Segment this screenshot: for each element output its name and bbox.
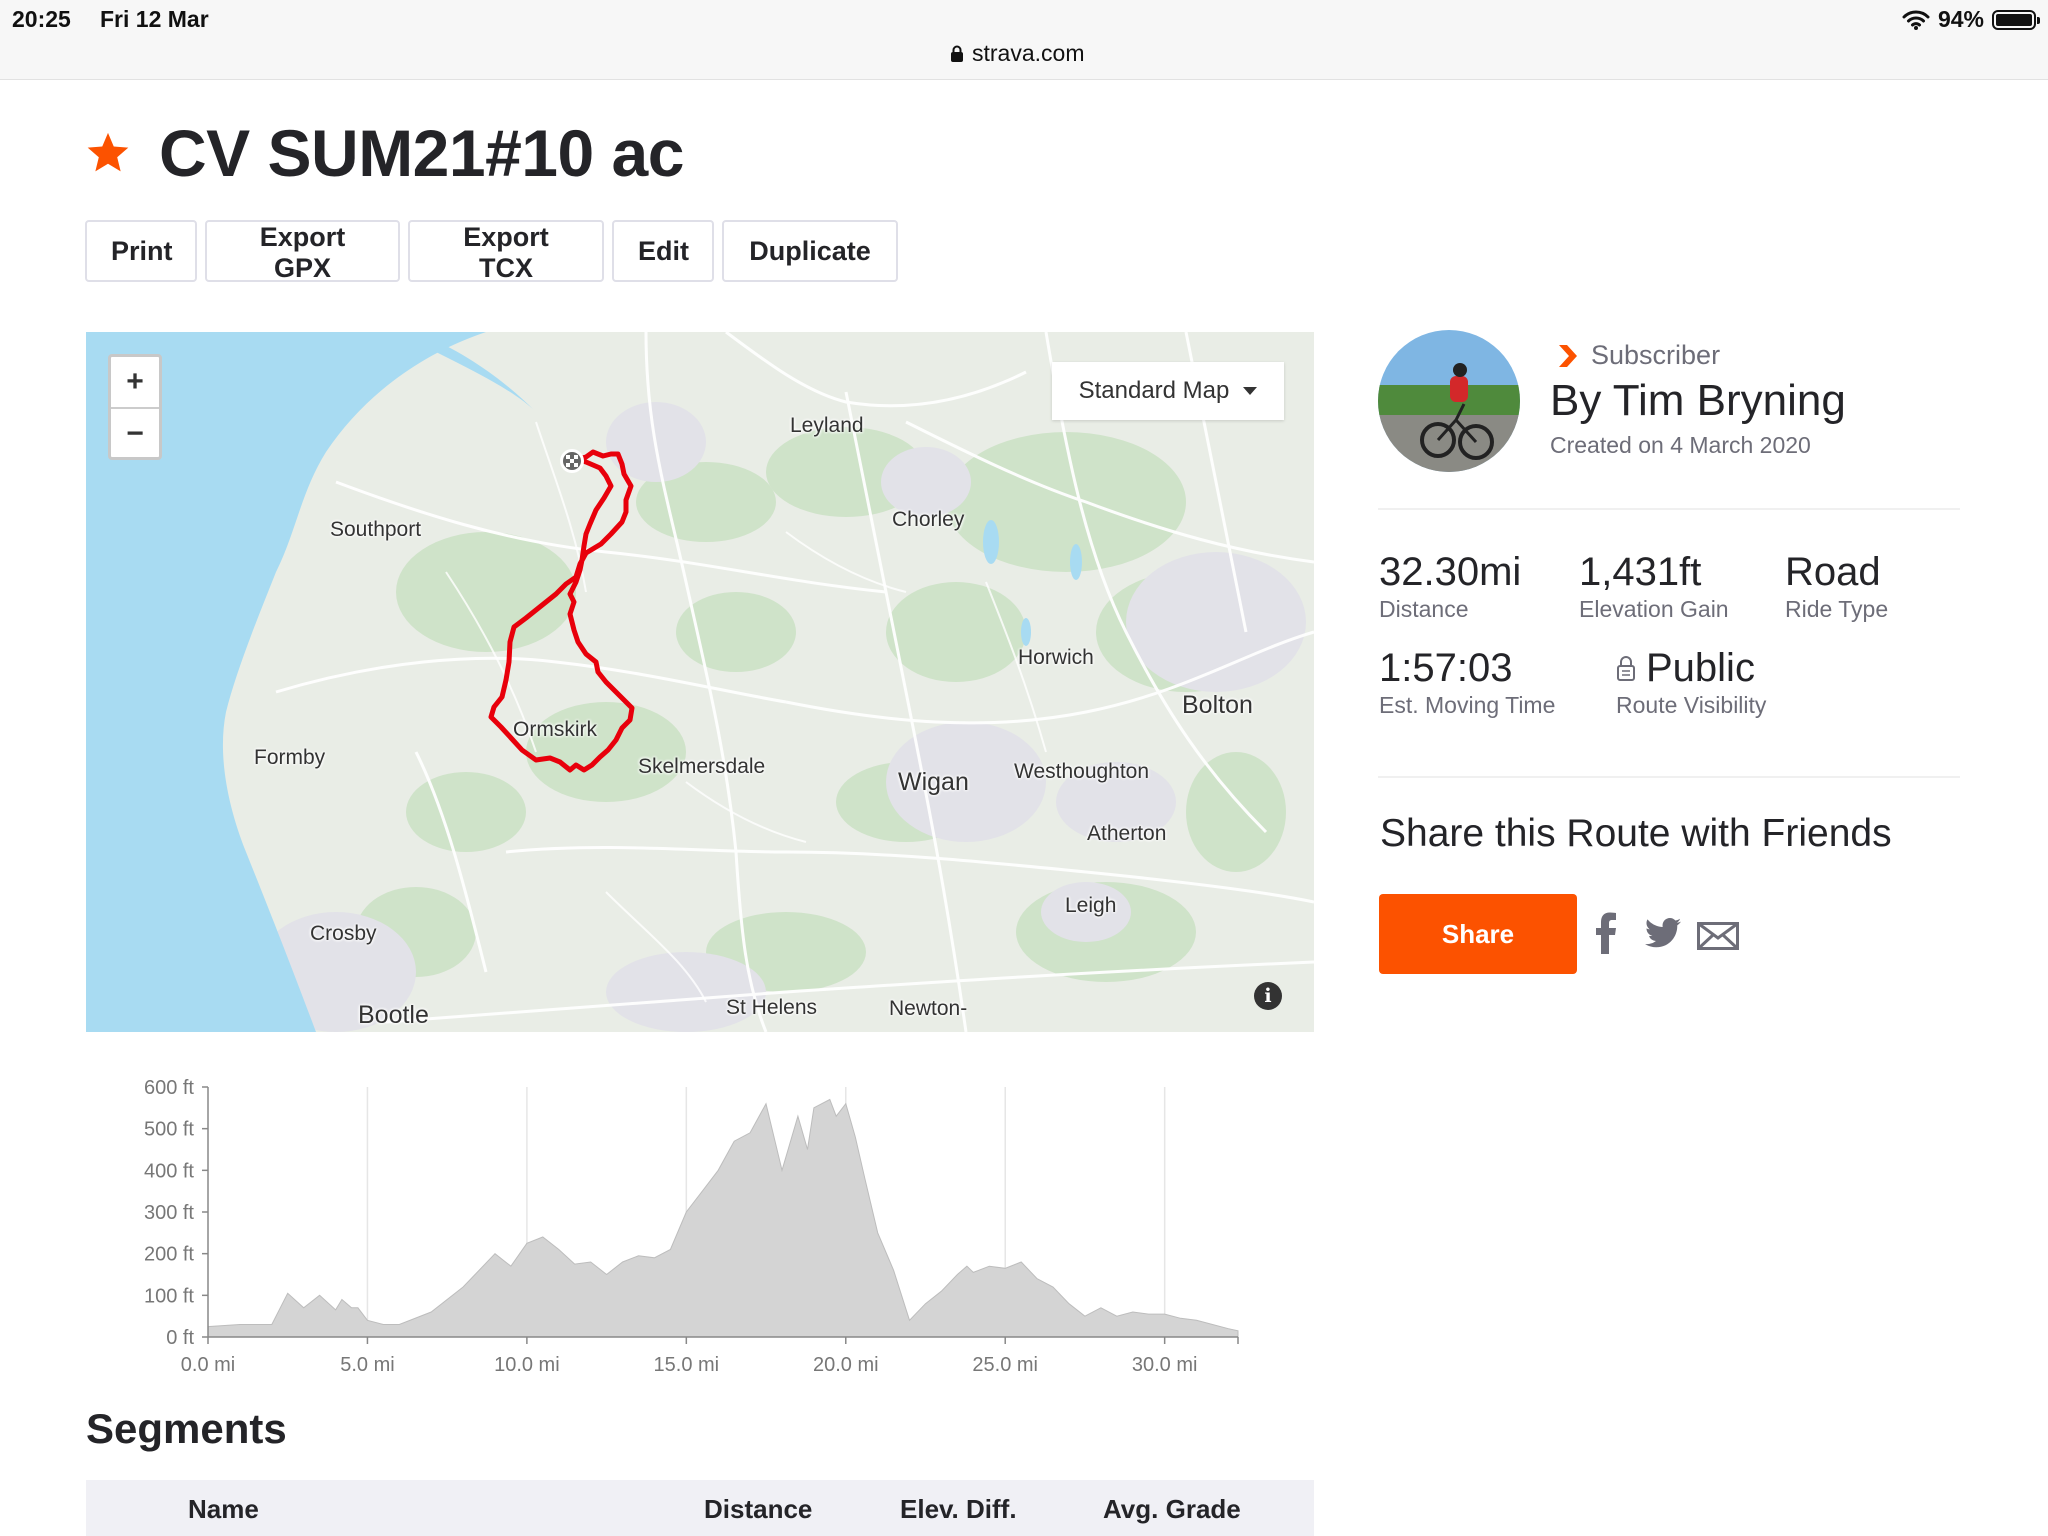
map-canvas[interactable] — [86, 332, 1314, 1032]
info-icon[interactable]: i — [1254, 982, 1282, 1010]
subscriber-label: Subscriber — [1591, 340, 1721, 370]
y-tick-label: 400 ft — [144, 1160, 194, 1182]
battery-icon — [1992, 9, 2040, 30]
lock-icon — [951, 45, 963, 62]
y-tick-label: 500 ft — [144, 1119, 194, 1141]
subscriber-badge: Subscriber — [1555, 340, 1720, 371]
elevation-chart[interactable]: 600 ft 500 ft 400 ft 300 ft 200 ft 100 ft 0 ft… — [100, 1075, 1250, 1375]
x-tick-label: 10.0 mi — [494, 1354, 560, 1375]
place-label: Atherton — [1087, 822, 1167, 845]
place-label: Newton- — [889, 997, 968, 1020]
x-tick-label: 30.0 mi — [1132, 1354, 1198, 1375]
map-type-dropdown[interactable]: Standard Map — [1052, 362, 1284, 420]
place-label: Ormskirk — [513, 718, 597, 741]
title-row: CV SUM21#10 ac — [85, 115, 684, 191]
zoom-in-button[interactable]: + — [111, 357, 159, 409]
segments-table-header: Name Distance Elev. Diff. Avg. Grade — [86, 1480, 1314, 1536]
created-date: Created on 4 March 2020 — [1550, 432, 1811, 458]
zoom-control: + − — [108, 354, 162, 460]
stat-moving-time: 1:57:03 Est. Moving Time — [1379, 646, 1555, 719]
x-tick-label: 15.0 mi — [654, 1354, 720, 1375]
zoom-out-button[interactable]: − — [111, 409, 159, 459]
x-tick-label: 5.0 mi — [340, 1354, 394, 1375]
route-actions: Print Export GPX Export TCX Edit Duplica… — [85, 220, 898, 283]
url-text: strava.com — [972, 40, 1085, 66]
stat-label: Route Visibility — [1616, 692, 1767, 718]
place-label: Bootle — [358, 1001, 429, 1029]
stat-value: Road — [1785, 550, 1881, 594]
elevation-area — [207, 1098, 1239, 1338]
place-label: Formby — [254, 746, 326, 769]
facebook-icon[interactable] — [1596, 912, 1616, 954]
stat-ride-type: Road Ride Type — [1785, 550, 1888, 623]
segments-heading: Segments — [86, 1405, 287, 1452]
export-tcx-button[interactable]: Export TCX — [408, 220, 604, 283]
stat-label: Distance — [1379, 596, 1469, 622]
place-label: St Helens — [726, 996, 818, 1019]
divider — [1378, 776, 1960, 778]
stat-value: Public — [1646, 646, 1755, 690]
print-button[interactable]: Print — [85, 220, 197, 282]
duplicate-button[interactable]: Duplicate — [722, 220, 898, 282]
y-tick-label: 300 ft — [144, 1202, 194, 1224]
place-label: Skelmersdale — [638, 755, 766, 778]
place-label: Bolton — [1182, 691, 1253, 719]
route-title: CV SUM21#10 ac — [159, 116, 684, 190]
y-tick-label: 100 ft — [144, 1285, 194, 1307]
wifi-icon — [1902, 10, 1930, 30]
stat-label: Elevation Gain — [1579, 596, 1729, 622]
caret-down-icon — [1243, 387, 1258, 395]
divider — [1378, 508, 1960, 510]
map-type-label: Standard Map — [1078, 377, 1230, 404]
twitter-icon[interactable] — [1645, 918, 1681, 948]
status-bar: 20:25 Fri 12 Mar strava.com 94% — [0, 0, 2048, 80]
y-tick-label: 200 ft — [144, 1244, 194, 1266]
avatar[interactable] — [1378, 330, 1520, 472]
place-label: Leigh — [1065, 894, 1117, 917]
place-label: Wigan — [898, 768, 969, 796]
stat-label: Est. Moving Time — [1379, 692, 1556, 718]
date: Fri 12 Mar — [100, 6, 209, 32]
stat-elevation-gain: 1,431ft Elevation Gain — [1579, 550, 1729, 623]
status-indicators: 94% — [1902, 6, 2040, 33]
column-header-name[interactable]: Name — [188, 1494, 259, 1525]
stat-value: 1:57:03 — [1379, 646, 1513, 690]
column-header-elev-diff[interactable]: Elev. Diff. — [900, 1494, 1017, 1525]
stat-label: Ride Type — [1785, 596, 1889, 622]
place-label: Leyland — [790, 414, 864, 437]
column-header-avg-grade[interactable]: Avg. Grade — [1103, 1494, 1241, 1525]
y-tick-label: 0 ft — [166, 1327, 194, 1349]
edit-button[interactable]: Edit — [612, 220, 714, 282]
share-heading: Share this Route with Friends — [1380, 812, 1892, 855]
export-gpx-button[interactable]: Export GPX — [205, 220, 400, 283]
x-tick-label: 0.0 mi — [181, 1354, 235, 1375]
stat-distance: 32.30mi Distance — [1379, 550, 1521, 623]
x-tick-label: 25.0 mi — [972, 1354, 1038, 1375]
place-label: Chorley — [892, 508, 965, 531]
star-icon[interactable] — [85, 130, 131, 176]
battery-percent: 94% — [1937, 6, 1984, 32]
place-label: Southport — [330, 518, 422, 541]
place-label: Crosby — [310, 922, 377, 945]
strava-chevron-icon — [1559, 344, 1577, 367]
route-map[interactable]: + − Standard Map i Leyland Southport Cho… — [86, 332, 1314, 1032]
share-button[interactable]: Share — [1379, 894, 1577, 974]
stat-visibility: Public Route Visibility — [1616, 646, 1766, 719]
stat-value: 1,431ft — [1579, 550, 1702, 594]
author-name[interactable]: By Tim Bryning — [1550, 376, 1846, 426]
address-bar[interactable]: strava.com — [950, 40, 1084, 67]
column-header-distance[interactable]: Distance — [704, 1494, 812, 1525]
start-finish-marker[interactable] — [560, 449, 584, 473]
stat-value: 32.30mi — [1379, 550, 1522, 594]
place-label: Horwich — [1018, 646, 1094, 669]
email-icon[interactable] — [1697, 922, 1739, 950]
x-tick-label: 20.0 mi — [813, 1354, 879, 1375]
lock-icon — [1617, 656, 1635, 681]
place-label: Westhoughton — [1014, 760, 1150, 783]
y-tick-label: 600 ft — [144, 1077, 194, 1099]
clock: 20:25 — [12, 6, 71, 32]
